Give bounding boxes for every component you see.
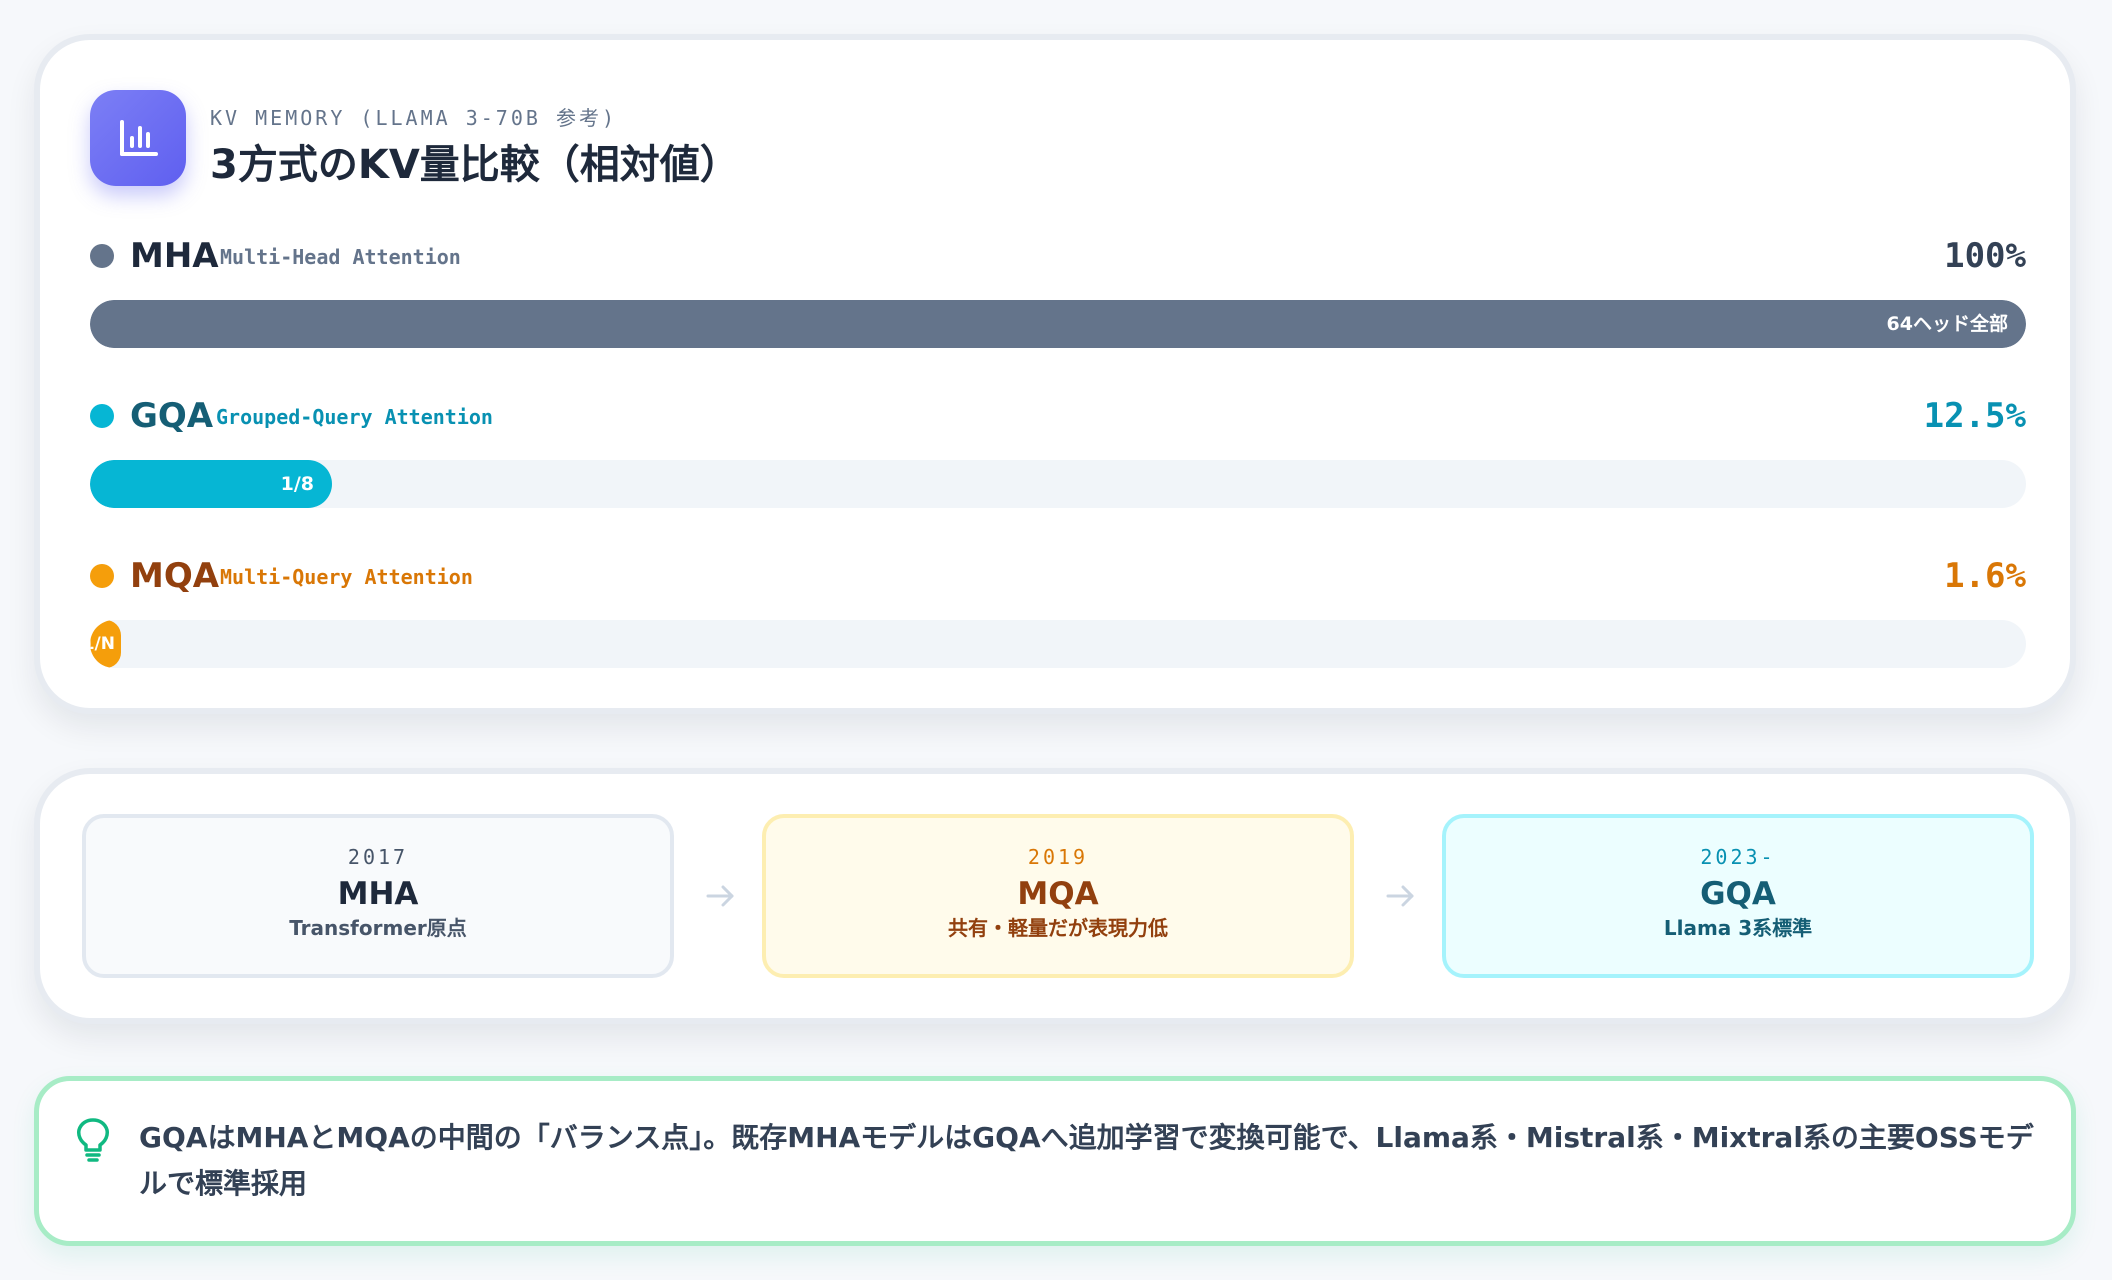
legend-dot: [90, 404, 114, 428]
bar-track: 1/8: [90, 460, 2026, 508]
kv-chart-card: KV MEMORY (LLAMA 3-70B 参考) 3方式のKV量比較（相対値…: [34, 34, 2076, 714]
series-percent: 1.6%: [1944, 556, 2026, 596]
step-description: Transformer原点: [289, 916, 467, 940]
series-abbr: MHA: [130, 236, 219, 276]
note-text: GQAはMHAとMQAの中間の「バランス点」。既存MHAモデルはGQAへ追加学習…: [139, 1121, 2034, 1200]
series-percent: 100%: [1944, 236, 2026, 276]
bar-label: 64ヘッド全部: [1886, 313, 2008, 335]
arrow-right-icon: [700, 876, 740, 916]
series-percent: 12.5%: [1923, 396, 2026, 436]
legend-dot: [90, 564, 114, 588]
bar-chart-icon: [90, 90, 186, 186]
step-year: 2017: [347, 845, 409, 869]
series-abbr: GQA: [130, 396, 214, 436]
chart-title: 3方式のKV量比較（相対値）: [210, 142, 740, 188]
step-description: Llama 3系標準: [1663, 916, 1813, 940]
bar-track: 1/N: [90, 620, 2026, 668]
series-full-name: Grouped-Query Attention: [216, 405, 493, 429]
timeline-step-gqa: 2023- GQA Llama 3系標準: [1442, 814, 2034, 978]
lightbulb-icon: [75, 1117, 111, 1163]
series-full-name: Multi-Query Attention: [220, 565, 473, 589]
bar-label: 1/8: [280, 473, 314, 495]
timeline-card: 2017 MHA Transformer原点 2019 MQA 共有・軽量だが表現力低 20…: [34, 768, 2076, 1024]
step-name: MHA: [337, 876, 419, 912]
arrow-right-icon: [1380, 876, 1420, 916]
step-name: GQA: [1700, 876, 1776, 912]
bar-track: 64ヘッド全部: [90, 300, 2026, 348]
bar-fill: 1/N: [90, 620, 121, 668]
note-card: GQAはMHAとMQAの中間の「バランス点」。既存MHAモデルはGQAへ追加学習…: [34, 1076, 2076, 1246]
legend-dot: [90, 244, 114, 268]
timeline-step-mha: 2017 MHA Transformer原点: [82, 814, 674, 978]
bar-fill: 64ヘッド全部: [90, 300, 2026, 348]
timeline-step-mqa: 2019 MQA 共有・軽量だが表現力低: [762, 814, 1354, 978]
step-year: 2019: [1027, 845, 1089, 869]
chart-kicker: KV MEMORY (LLAMA 3-70B 参考): [210, 106, 617, 130]
series-full-name: Multi-Head Attention: [220, 245, 461, 269]
bar-fill: 1/8: [90, 460, 332, 508]
step-year: 2023-: [1700, 845, 1776, 869]
step-name: MQA: [1017, 876, 1099, 912]
series-abbr: MQA: [130, 556, 220, 596]
step-description: 共有・軽量だが表現力低: [948, 916, 1168, 940]
bar-label: 1/N: [90, 634, 115, 654]
